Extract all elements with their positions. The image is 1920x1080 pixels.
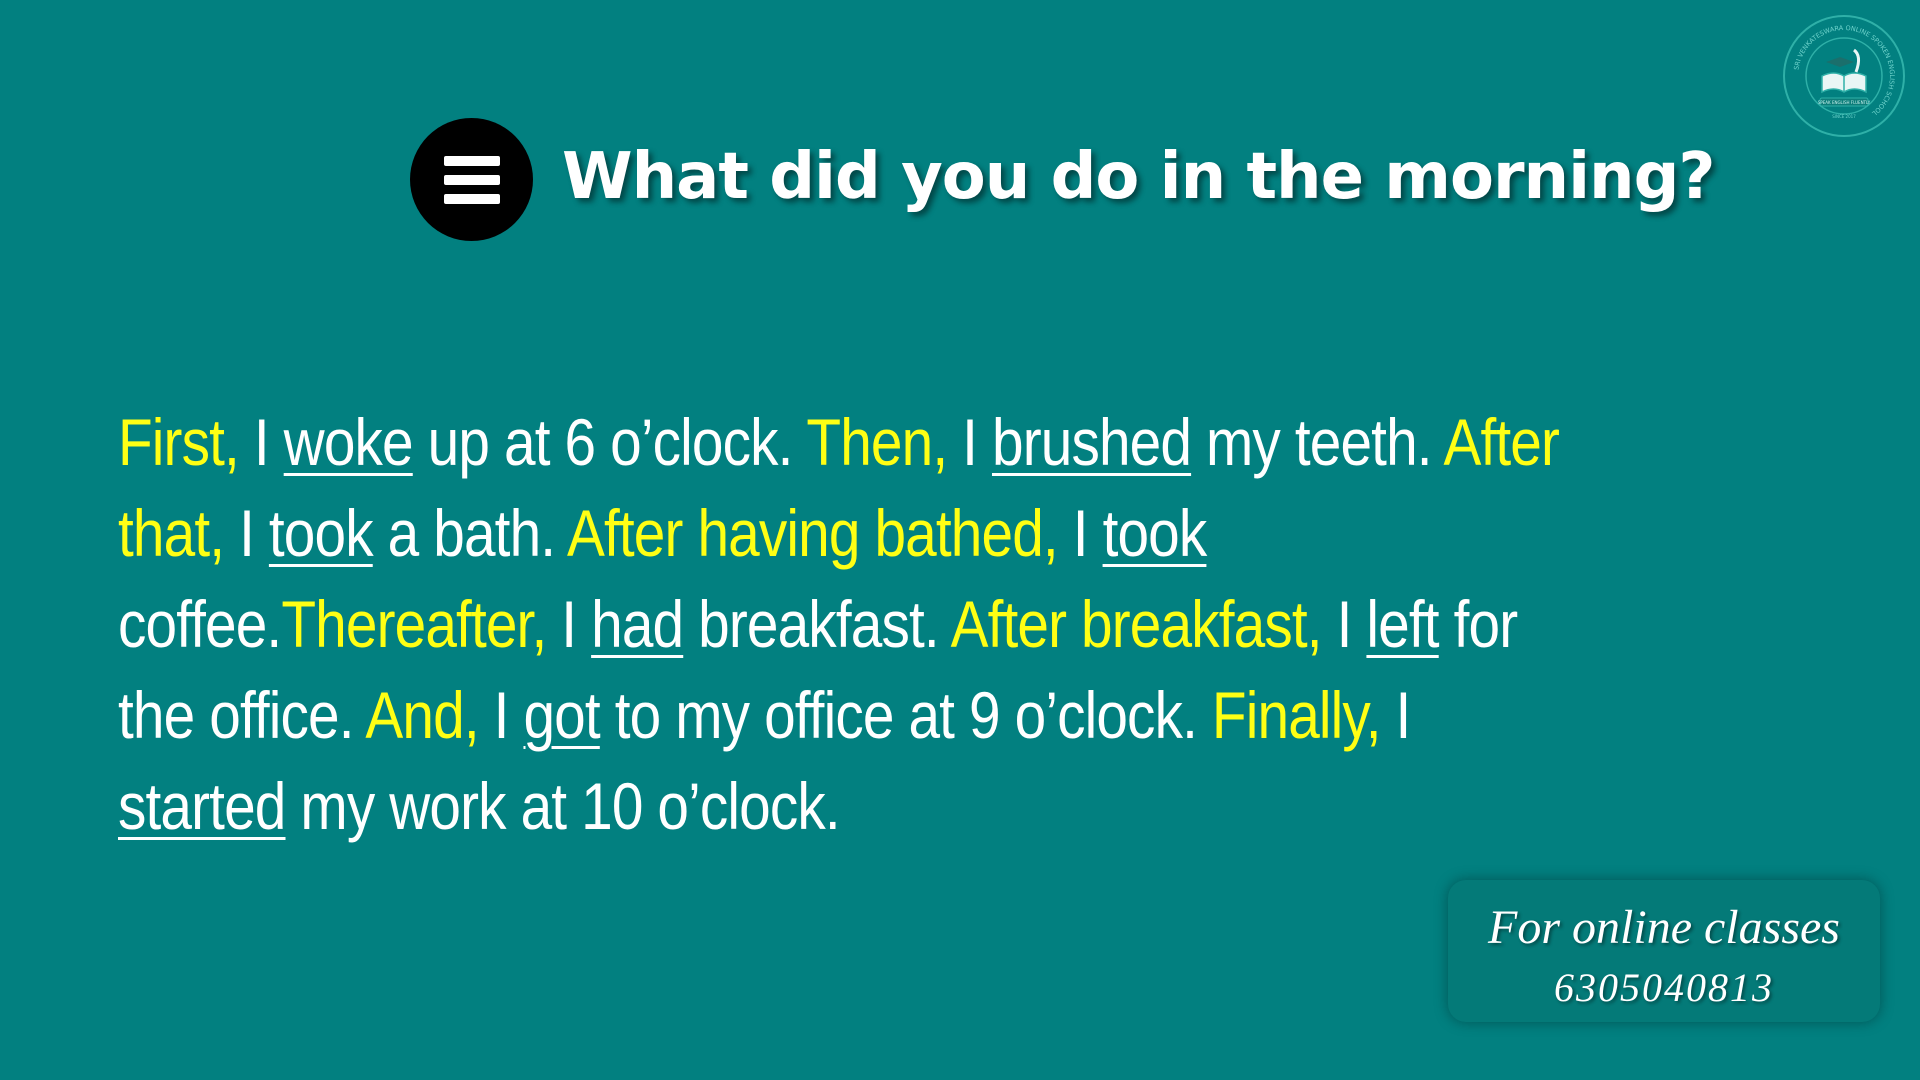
menu-bar xyxy=(443,174,500,185)
contact-label: For online classes xyxy=(1488,901,1840,954)
past-tense-verb: left xyxy=(1366,587,1439,661)
transition-word: After breakfast, xyxy=(950,587,1323,661)
transition-word: Then, xyxy=(806,405,948,479)
logo-since-text: SINCE 2017 xyxy=(1832,114,1856,119)
page-title: What did you do in the morning? xyxy=(562,140,1715,214)
past-tense-verb: woke xyxy=(283,405,414,479)
past-tense-verb: had xyxy=(591,587,684,661)
transition-word: And, xyxy=(365,678,479,752)
sentence-text: I xyxy=(478,678,524,752)
transition-word: Finally, xyxy=(1211,678,1382,752)
logo-banner-text: SPEAK ENGLISH FLUENTLY xyxy=(1818,100,1871,105)
transition-word: First, xyxy=(118,405,240,479)
sentence-text: I xyxy=(238,405,284,479)
past-tense-verb: started xyxy=(118,769,286,843)
school-logo-icon: SRI VENKATESWARA ONLINE SPOKEN ENGLISH S… xyxy=(1783,15,1905,137)
menu-icon xyxy=(410,118,533,241)
sentence-text: I xyxy=(224,496,269,570)
sentence-text: my work at 10 o’clock. xyxy=(285,769,840,843)
sentence-text: a bath. xyxy=(372,496,567,570)
past-tense-verb: brushed xyxy=(991,405,1192,479)
past-tense-verb: got xyxy=(523,678,600,752)
sentence-text: I xyxy=(546,587,592,661)
sentence-text: I xyxy=(947,405,992,479)
sentence-text: I xyxy=(1057,496,1103,570)
sentence-text: coffee. xyxy=(118,587,282,661)
transition-word: After having bathed, xyxy=(566,496,1059,570)
sentence-text: I xyxy=(1321,587,1367,661)
sentence-text: breakfast. xyxy=(683,587,951,661)
contact-box: For online classes 6305040813 xyxy=(1448,880,1880,1022)
contact-phone: 6305040813 xyxy=(1554,965,1774,1010)
past-tense-verb: took xyxy=(1102,496,1208,570)
transition-word: Thereafter, xyxy=(281,587,547,661)
sentence-text: I xyxy=(1380,678,1412,752)
story-paragraph: First, I woke up at 6 o’clock. Then, I b… xyxy=(118,397,1580,852)
menu-bar xyxy=(443,193,500,204)
sentence-text: my teeth. xyxy=(1191,405,1444,479)
past-tense-verb: took xyxy=(268,496,374,570)
menu-bar xyxy=(443,155,500,166)
sentence-text: up at 6 o’clock. xyxy=(412,405,807,479)
sentence-text: to my office at 9 o’clock. xyxy=(599,678,1212,752)
